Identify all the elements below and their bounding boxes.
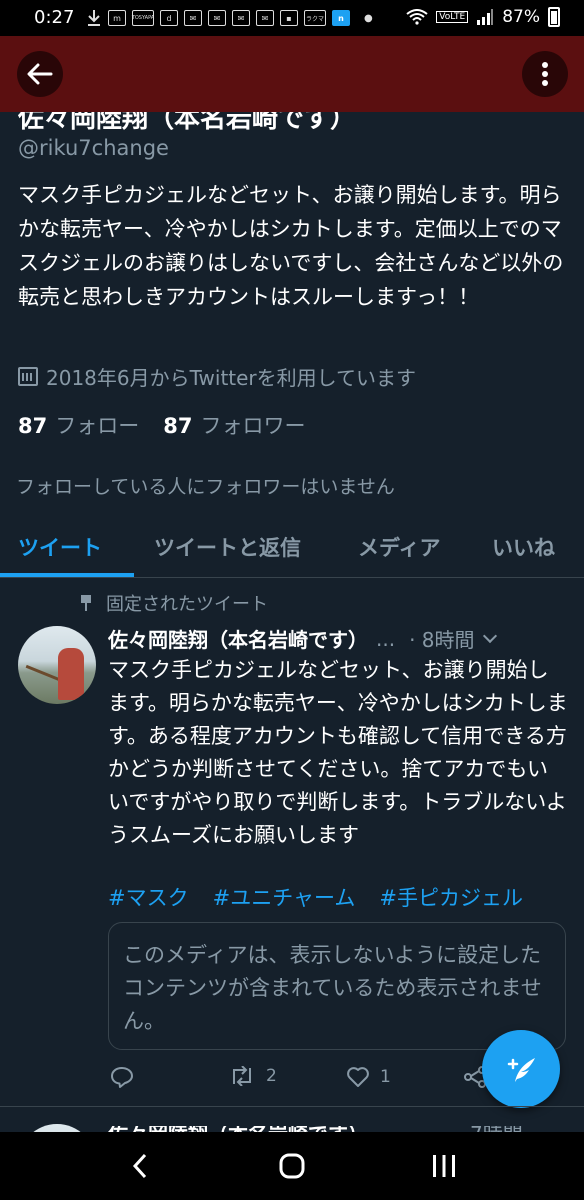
notification-icons: m TOSYAPA d ✉ ✉ ✉ ✉ ▪ ラクマ n ● (86, 9, 373, 27)
chevron-left-icon (132, 1153, 147, 1179)
more-options-button[interactable] (522, 51, 568, 97)
hashtag-link[interactable]: #ユニチャーム (213, 882, 356, 912)
notification-icon: ▪ (280, 10, 298, 26)
status-time: 0:27 (34, 7, 75, 28)
followers-count: 87 (163, 414, 193, 438)
tab-media[interactable]: メディア (358, 532, 441, 562)
compose-tweet-button[interactable] (482, 1030, 560, 1108)
hashtag-link[interactable]: #手ピカジェル (379, 882, 523, 912)
followers-link[interactable]: 87 フォロワー (163, 410, 305, 440)
mail-icon: ✉ (184, 10, 202, 26)
nav-home-button[interactable] (262, 1132, 322, 1200)
dot-icon: ● (364, 12, 373, 24)
wifi-icon (406, 9, 428, 25)
known-followers: フォローしている人にフォロワーはいません (16, 476, 395, 498)
tweet-time: · 8時間 (409, 628, 475, 652)
followers-label: フォロワー (200, 414, 306, 438)
profile-bio: マスク手ピカジェルなどセット、お譲り開始します。明らかな転売ヤー、冷やかしはシカ… (18, 183, 564, 309)
joined-text: 2018年6月からTwitterを利用しています (46, 366, 417, 390)
profile-handle: @riku7change (18, 136, 169, 160)
recents-icon (433, 1155, 455, 1177)
tab-tweets-replies[interactable]: ツイートと返信 (154, 532, 301, 562)
system-nav-bar (0, 1132, 584, 1200)
mail-icon: ✉ (232, 10, 250, 26)
d-notification-icon: d (160, 10, 178, 26)
nav-recents-button[interactable] (414, 1132, 474, 1200)
follow-stats: 87 フォロー 87 フォロワー (18, 410, 305, 440)
volte-icon: VoLTE (436, 11, 469, 23)
tweet-author[interactable]: 佐々岡陸翔（本名岩崎です） (108, 624, 368, 653)
status-right: VoLTE 87% (406, 7, 560, 27)
more-vertical-icon (542, 62, 548, 86)
profile-banner (0, 36, 584, 112)
tab-likes[interactable]: いいね (492, 532, 555, 562)
like-count: 1 (380, 1067, 391, 1087)
tweet-text: マスク手ピカジェルなどセット、お譲り開始します。明らかな転売ヤー、冷やかしはシカ… (108, 658, 568, 847)
pin-icon (80, 595, 92, 611)
tweet-hashtags: #マスク #ユニチャーム #手ピカジェル (108, 882, 523, 912)
tab-tweets[interactable]: ツイート (18, 532, 102, 562)
active-tab-indicator (0, 573, 134, 577)
following-link[interactable]: 87 フォロー (18, 410, 139, 440)
mail-icon: ✉ (256, 10, 274, 26)
following-label: フォロー (55, 414, 140, 438)
home-circle-icon (279, 1153, 305, 1179)
profile-tabs: ツイート ツイートと返信 メディア いいね (0, 518, 584, 578)
signal-icon (477, 9, 494, 25)
back-button[interactable] (17, 51, 63, 97)
retweet-count: 2 (266, 1066, 277, 1086)
following-count: 87 (18, 414, 48, 438)
calendar-icon (18, 367, 38, 386)
tweet-actions: 2 1 (108, 1066, 508, 1096)
heart-icon (347, 1067, 369, 1087)
hashtag-link[interactable]: #マスク (108, 882, 189, 912)
reply-icon (111, 1067, 133, 1088)
chevron-down-icon[interactable] (482, 628, 497, 643)
tweet-divider (0, 1106, 584, 1107)
retweet-icon (233, 1066, 251, 1086)
sensitive-media-notice[interactable]: このメディアは、表示しないように設定したコンテンツが含まれているため表示されませ… (108, 922, 566, 1050)
joined-date: 2018年6月からTwitterを利用しています (18, 362, 416, 391)
compose-tweet-icon (507, 1058, 535, 1082)
mail-open-icon: ✉ (208, 10, 226, 26)
arrow-left-icon (27, 63, 53, 85)
nav-back-button[interactable] (110, 1132, 170, 1200)
app-notification-icon: m (108, 10, 126, 26)
battery-icon (548, 7, 560, 27)
status-bar: 0:27 m TOSYAPA d ✉ ✉ ✉ ✉ ▪ ラクマ n ● VoLTE… (0, 0, 584, 36)
tosyapa-notification-icon: TOSYAPA (132, 10, 154, 26)
pinned-indicator: 固定されたツイート (80, 590, 268, 616)
app-notification-icon: n (332, 10, 350, 26)
avatar[interactable] (18, 626, 96, 704)
like-button[interactable]: 1 (346, 1066, 391, 1088)
retweet-button[interactable]: 2 (228, 1066, 277, 1086)
pinned-label: 固定されたツイート (106, 594, 268, 615)
rakuma-notification-icon: ラクマ (304, 10, 326, 26)
battery-percent: 87% (502, 7, 540, 27)
reply-button[interactable] (110, 1066, 144, 1088)
tweet-author-ellipsis: ... (376, 626, 396, 651)
download-icon (88, 10, 100, 26)
tweet-header: 佐々岡陸翔（本名岩崎です） ... · 8時間 (108, 624, 568, 653)
